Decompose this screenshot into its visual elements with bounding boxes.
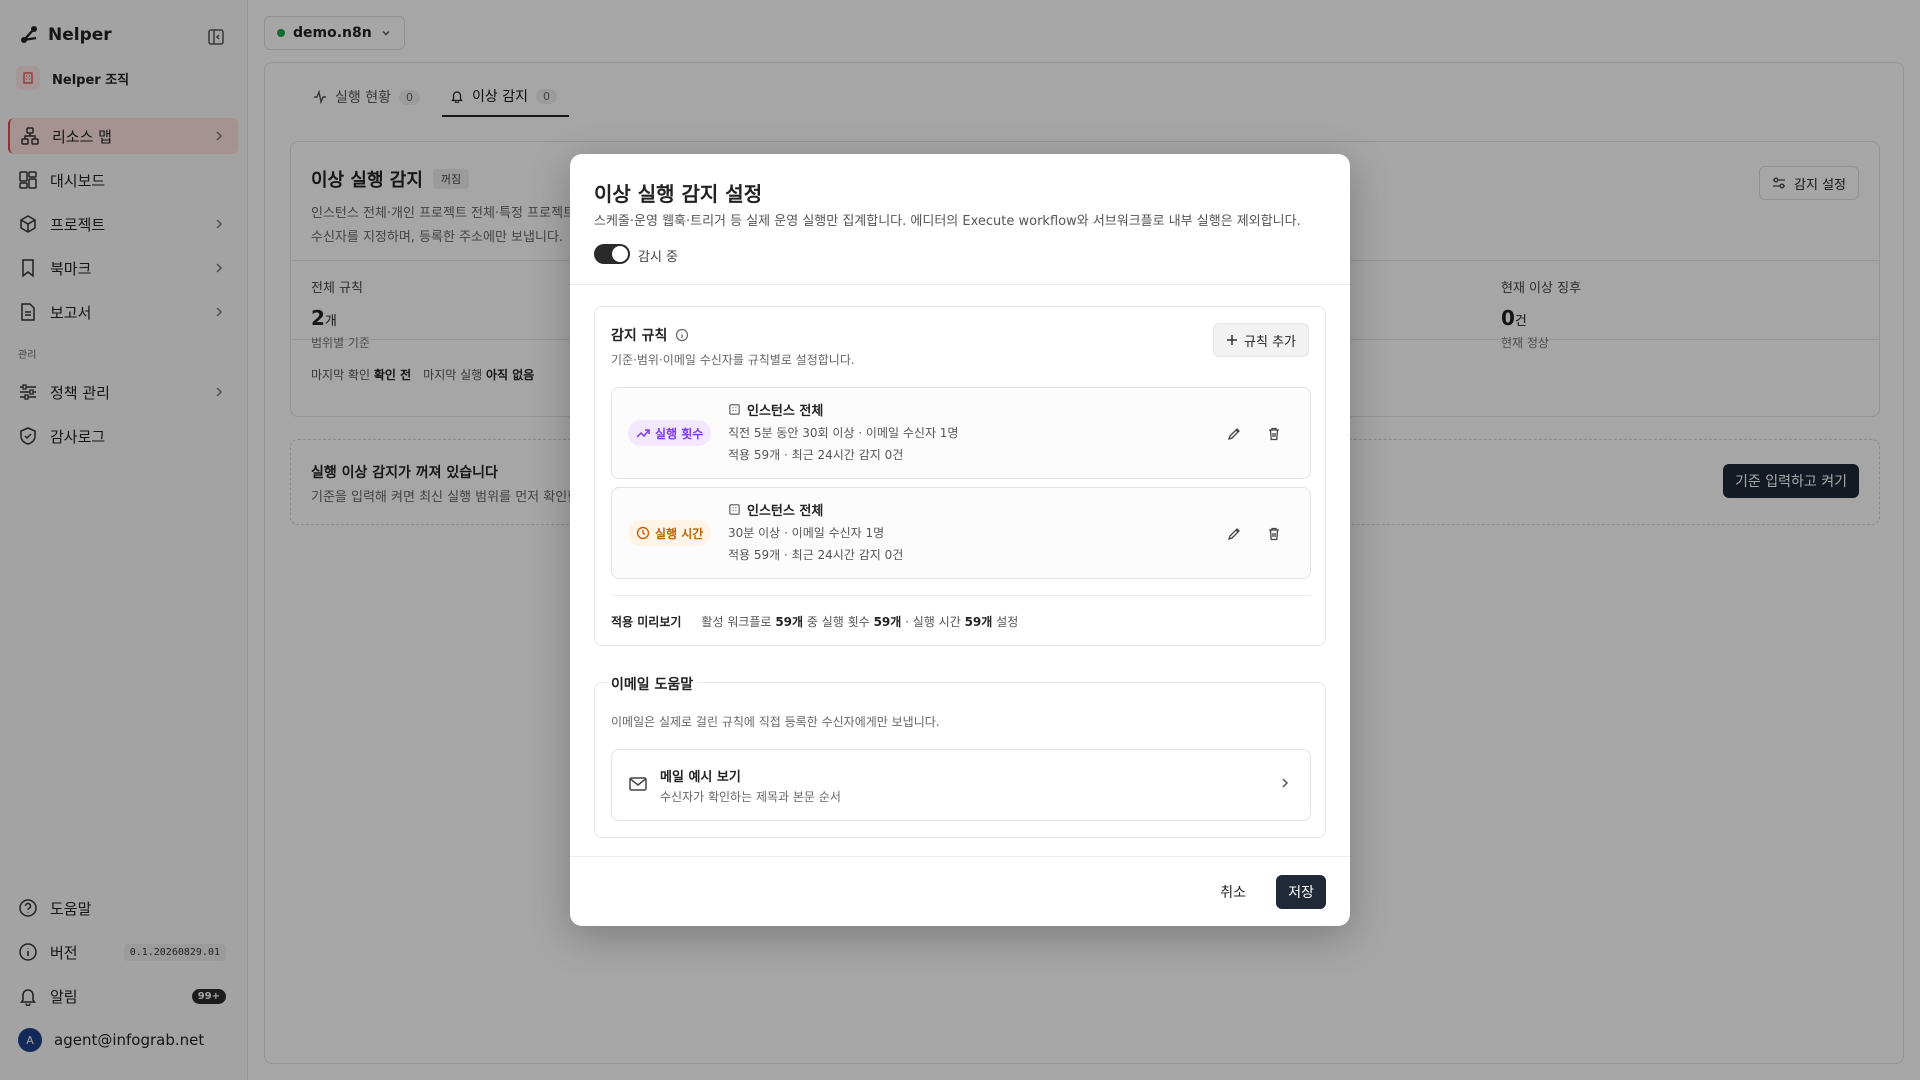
- preview-count: 59개: [964, 615, 993, 629]
- detection-rules-section: 감지 규칙 기준·범위·이메일 수신자를 규칙별로 설정합니다. 규칙 추가 실…: [594, 306, 1326, 646]
- divider: [570, 284, 1350, 285]
- rule-type-tag: 실행 횟수: [628, 420, 712, 446]
- tag-label: 실행 시간: [655, 526, 704, 541]
- email-help-section: 이메일 도움말 이메일은 실제로 걸린 규칙에 직접 등록한 수신자에게만 보냅…: [594, 674, 1326, 838]
- preview-part: · 실행 시간: [905, 615, 961, 629]
- edit-icon[interactable]: [1224, 524, 1244, 544]
- rule-stats: 적용 59개 · 최근 24시간 감지 0건: [728, 448, 904, 462]
- preview-part: 활성 워크플로: [701, 615, 772, 629]
- rule-card: 실행 횟수 인스턴스 전체 직전 5분 동안 30회 이상 · 이메일 수신자 …: [611, 387, 1311, 479]
- preview-part: 중 실행 횟수: [806, 615, 870, 629]
- preview-count: 59개: [873, 615, 902, 629]
- modal-title: 이상 실행 감지 설정: [594, 182, 763, 206]
- rules-description: 기준·범위·이메일 수신자를 규칙별로 설정합니다.: [611, 353, 855, 367]
- modal-footer: 취소 저장: [570, 856, 1350, 926]
- mail-icon: [628, 774, 648, 794]
- trending-up-icon: [636, 426, 650, 440]
- add-rule-button[interactable]: 규칙 추가: [1213, 323, 1309, 357]
- info-icon[interactable]: [675, 328, 689, 342]
- divider: [611, 595, 1311, 596]
- email-help-desc: 이메일은 실제로 걸린 규칙에 직접 등록한 수신자에게만 보냅니다.: [611, 715, 940, 729]
- rule-scope: 인스턴스 전체: [728, 400, 823, 419]
- save-button[interactable]: 저장: [1276, 875, 1326, 909]
- plus-icon: [1226, 334, 1238, 346]
- rule-scope-text: 인스턴스 전체: [747, 404, 824, 419]
- rule-stats: 적용 59개 · 최근 24시간 감지 0건: [728, 548, 904, 562]
- mail-sample-title: 메일 예시 보기: [660, 770, 741, 785]
- button-label: 규칙 추가: [1244, 334, 1296, 350]
- rule-scope-text: 인스턴스 전체: [747, 504, 824, 519]
- monitoring-toggle[interactable]: [594, 244, 630, 264]
- tag-label: 실행 횟수: [655, 426, 704, 441]
- rule-type-tag: 실행 시간: [628, 520, 712, 546]
- preview-label: 적용 미리보기: [611, 615, 682, 629]
- mail-sample-sub: 수신자가 확인하는 제목과 본문 순서: [660, 790, 841, 804]
- cancel-button[interactable]: 취소: [1208, 875, 1258, 909]
- building-icon: [728, 403, 741, 416]
- detection-settings-modal: 이상 실행 감지 설정 스케줄·운영 웹훅·트리거 등 실제 운영 실행만 집계…: [570, 154, 1350, 926]
- mail-sample-link[interactable]: 메일 예시 보기 수신자가 확인하는 제목과 본문 순서: [611, 749, 1311, 821]
- rules-title-text: 감지 규칙: [611, 328, 668, 344]
- email-help-title: 이메일 도움말: [607, 674, 698, 694]
- preview-count: 59개: [775, 615, 804, 629]
- rules-title: 감지 규칙: [611, 325, 689, 345]
- toggle-label: 감시 중: [638, 250, 679, 265]
- rule-card: 실행 시간 인스턴스 전체 30분 이상 · 이메일 수신자 1명 적용 59개…: [611, 487, 1311, 579]
- rule-condition: 직전 5분 동안 30회 이상 · 이메일 수신자 1명: [728, 426, 959, 440]
- rule-condition: 30분 이상 · 이메일 수신자 1명: [728, 526, 885, 540]
- building-icon: [728, 503, 741, 516]
- trash-icon[interactable]: [1264, 424, 1284, 444]
- chevron-right-icon: [1278, 776, 1292, 790]
- preview-part: 설정: [996, 615, 1019, 629]
- trash-icon[interactable]: [1264, 524, 1284, 544]
- apply-preview: 적용 미리보기 활성 워크플로 59개 중 실행 횟수 59개 · 실행 시간 …: [611, 613, 1018, 630]
- edit-icon[interactable]: [1224, 424, 1244, 444]
- modal-description: 스케줄·운영 웹훅·트리거 등 실제 운영 실행만 집계합니다. 에디터의 Ex…: [594, 214, 1301, 229]
- clock-icon: [636, 526, 650, 540]
- rule-scope: 인스턴스 전체: [728, 500, 823, 519]
- preview-text: 활성 워크플로 59개 중 실행 횟수 59개 · 실행 시간 59개 설정: [701, 613, 1018, 630]
